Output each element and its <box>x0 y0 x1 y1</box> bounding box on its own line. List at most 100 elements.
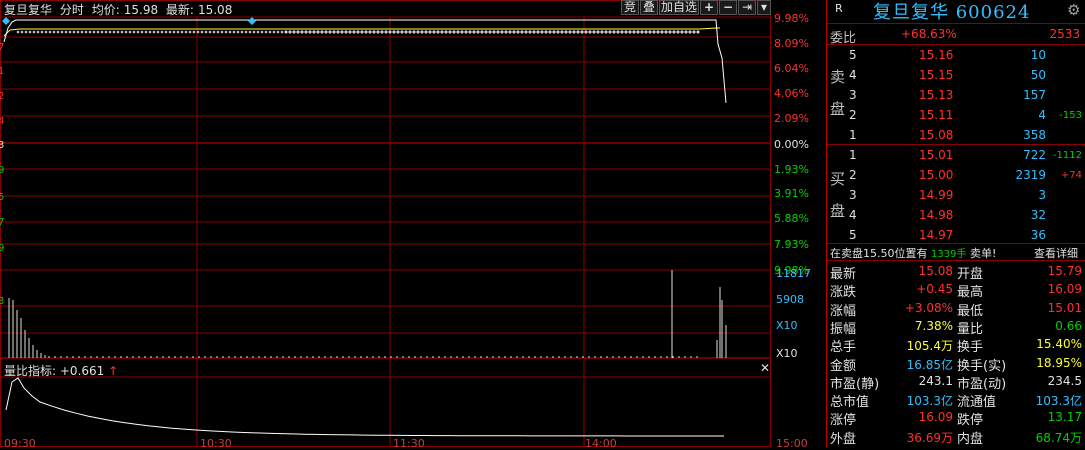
price-dot <box>492 30 496 34</box>
price-dot <box>672 30 676 34</box>
price-dot <box>224 30 228 34</box>
notice-volume: 1339手 <box>931 249 967 260</box>
price-dot <box>652 30 656 34</box>
price-dot <box>176 30 180 34</box>
gear-icon[interactable]: ⚙ <box>1067 1 1080 19</box>
volume-ratio-line <box>5 377 724 437</box>
order-book-row[interactable]: 5 15.16 10 <box>827 45 1085 65</box>
order-vol: 36 <box>1030 228 1046 242</box>
bid-button[interactable]: 竞 <box>621 0 639 15</box>
price-dot <box>300 30 304 34</box>
price-dot <box>404 30 408 34</box>
order-notice: 在卖盘15.50位置有 1339手 卖单! <box>830 245 996 261</box>
price-dot <box>360 30 364 34</box>
order-book-row[interactable]: 4 14.98 32 <box>827 205 1085 225</box>
price-dot <box>464 30 468 34</box>
price-dot <box>660 30 664 34</box>
time-label: 15:00 <box>776 437 808 450</box>
stat-row: 总手 105.4万 换手 15.40% <box>827 335 1085 355</box>
zoom-out-button[interactable]: − <box>719 0 737 15</box>
order-price: 14.98 <box>919 208 954 222</box>
stat-label: 最低 <box>957 303 984 319</box>
stat-label: 涨跌 <box>830 285 857 301</box>
stat-row: 最新 15.08 开盘 15.79 <box>827 262 1085 282</box>
price-dot <box>52 30 56 34</box>
price-dot <box>184 30 188 34</box>
weicha-value: 2533 <box>1049 27 1080 41</box>
order-book-row[interactable]: 3 14.99 3 <box>827 185 1085 205</box>
price-dot <box>140 30 144 34</box>
stat-value: 234.5 <box>1047 373 1082 388</box>
price-dot <box>548 30 552 34</box>
chart-title-bar: 复旦复华 分时 均价: 15.98 最新: 15.08 <box>4 1 236 18</box>
order-book-row[interactable]: 2 15.11 4 -153 <box>827 105 1085 125</box>
price-dots <box>16 30 700 34</box>
price-dot <box>220 30 224 34</box>
price-dot <box>124 30 128 34</box>
price-dot <box>188 30 192 34</box>
price-dot <box>612 30 616 34</box>
avg-label: 均价: <box>91 3 120 17</box>
intraday-chart[interactable]: 复旦复华 分时 均价: 15.98 最新: 15.08 竞 叠 加自选 + − ⇥ … <box>0 0 825 450</box>
add-favorite-button[interactable]: 加自选 <box>659 0 699 15</box>
stat-label: 涨停 <box>830 413 857 429</box>
price-dot <box>248 30 252 34</box>
price-dot <box>592 30 596 34</box>
price-dot <box>496 30 500 34</box>
price-dot <box>100 30 104 34</box>
menu-dropdown-icon[interactable]: ▾ <box>757 0 771 15</box>
price-dot <box>212 30 216 34</box>
price-dot <box>684 30 688 34</box>
divider <box>827 260 1085 261</box>
order-vol: 722 <box>1023 148 1046 162</box>
price-dot <box>292 30 296 34</box>
stat-label: 市盈(静) <box>830 376 880 392</box>
view-detail-link[interactable]: 查看详细 <box>1034 245 1078 261</box>
price-dot <box>524 30 528 34</box>
order-price: 15.01 <box>919 148 954 162</box>
price-dot <box>344 30 348 34</box>
price-dot <box>560 30 564 34</box>
price-dot <box>324 30 328 34</box>
price-dot <box>116 30 120 34</box>
weibi-value: +68.63% <box>901 27 957 41</box>
zoom-in-button[interactable]: + <box>700 0 718 15</box>
price-dot <box>484 30 488 34</box>
stat-label: 金额 <box>830 358 857 374</box>
stat-label: 总市值 <box>830 395 870 411</box>
order-book-row[interactable]: 5 14.97 36 <box>827 225 1085 245</box>
price-dot <box>112 30 116 34</box>
overlay-button[interactable]: 叠 <box>640 0 658 15</box>
next-icon[interactable]: ⇥ <box>738 0 756 15</box>
order-book-row[interactable]: 1 15.08 358 <box>827 125 1085 145</box>
order-book-row[interactable]: 3 15.13 157 <box>827 85 1085 105</box>
price-dot <box>408 30 412 34</box>
price-dot <box>268 30 272 34</box>
price-dot <box>636 30 640 34</box>
stat-label: 最新 <box>830 267 857 282</box>
order-book-row[interactable]: 4 15.15 50 <box>827 65 1085 85</box>
order-vol: 4 <box>1038 108 1046 122</box>
time-label: 14:00 <box>585 437 617 450</box>
quote-stock-code: 600624 <box>955 2 1031 23</box>
order-book-row[interactable]: 1 15.01 722 -1112 <box>827 145 1085 165</box>
price-dot <box>244 30 248 34</box>
price-dot <box>448 30 452 34</box>
price-dot <box>352 30 356 34</box>
price-dot <box>696 30 700 34</box>
percent-label: 1.93% <box>774 163 809 176</box>
price-dot <box>552 30 556 34</box>
percent-label: 9.98% <box>774 12 809 25</box>
price-dot <box>36 30 40 34</box>
close-indicator-icon[interactable]: ✕ <box>760 361 770 375</box>
r-badge: R <box>835 2 843 15</box>
price-dot <box>628 30 632 34</box>
order-book-row[interactable]: 2 15.00 2319 +74 <box>827 165 1085 185</box>
order-price: 15.13 <box>919 88 954 102</box>
order-chg: -153 <box>1059 110 1082 121</box>
stat-value: 0.66 <box>1055 318 1082 333</box>
notice-text: 在卖盘15.50位置有 <box>830 247 928 260</box>
price-dot <box>180 30 184 34</box>
price-dot <box>420 30 424 34</box>
stat-label: 流通值 <box>957 395 997 411</box>
